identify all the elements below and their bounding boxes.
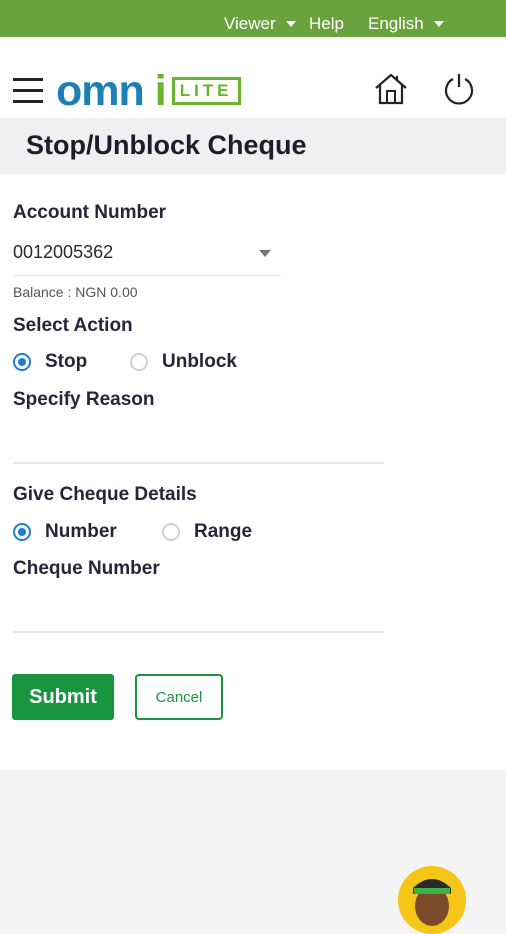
account-number-label: Account Number <box>13 202 167 223</box>
specify-reason-label: Specify Reason <box>13 389 155 410</box>
chat-assistant-avatar[interactable] <box>398 866 466 934</box>
action-option-stop[interactable]: Stop <box>13 351 87 373</box>
chevron-down-icon <box>433 21 444 27</box>
logo-badge: LITE <box>171 77 241 105</box>
unblock-radio[interactable] <box>130 353 148 371</box>
select-action-label: Select Action <box>13 315 133 336</box>
range-radio[interactable] <box>162 523 180 541</box>
assistant-avatar-icon <box>398 866 466 934</box>
cheque-number-underline <box>13 631 384 633</box>
detail-option-number[interactable]: Number <box>13 521 117 543</box>
unblock-label: Unblock <box>162 351 237 372</box>
range-label: Range <box>194 521 253 542</box>
cheque-number-label: Cheque Number <box>13 558 160 579</box>
viewer-label: Viewer <box>224 14 276 33</box>
stop-label: Stop <box>45 351 88 372</box>
account-number-value: 0012005362 <box>13 242 114 262</box>
reason-underline <box>13 462 384 464</box>
language-label: English <box>368 14 424 33</box>
number-radio[interactable] <box>13 523 31 541</box>
help-link[interactable]: Help <box>309 14 344 34</box>
reason-input[interactable] <box>13 425 384 461</box>
cheque-number-input[interactable] <box>13 594 384 630</box>
detail-option-range[interactable]: Range <box>162 521 252 543</box>
viewer-dropdown[interactable]: Viewer <box>224 14 296 34</box>
chevron-down-icon <box>285 21 296 27</box>
menu-icon[interactable] <box>13 78 43 104</box>
page-title-bar: Stop/Unblock Cheque <box>0 118 506 174</box>
submit-button[interactable]: Submit <box>12 674 114 720</box>
divider <box>13 275 281 276</box>
chevron-down-icon <box>259 250 271 257</box>
action-option-unblock[interactable]: Unblock <box>130 351 237 373</box>
language-dropdown[interactable]: English <box>368 14 444 34</box>
balance-text: Balance : NGN 0.00 <box>13 284 138 300</box>
home-icon[interactable] <box>373 71 409 107</box>
omni-lite-logo: omn i LITE <box>56 70 241 113</box>
help-label: Help <box>309 14 344 33</box>
stop-radio[interactable] <box>13 353 31 371</box>
number-label: Number <box>45 521 117 542</box>
logo-wordmark-accent: i <box>154 67 167 115</box>
power-icon[interactable] <box>442 71 476 107</box>
logo-text: omn i <box>56 70 167 113</box>
top-bar: Viewer Help English <box>0 0 506 37</box>
logo-wordmark: omn <box>56 67 145 115</box>
cheque-details-label: Give Cheque Details <box>13 484 197 505</box>
app-header: omn i LITE <box>0 37 506 118</box>
page-title: Stop/Unblock Cheque <box>26 130 307 160</box>
cancel-button[interactable]: Cancel <box>135 674 223 720</box>
